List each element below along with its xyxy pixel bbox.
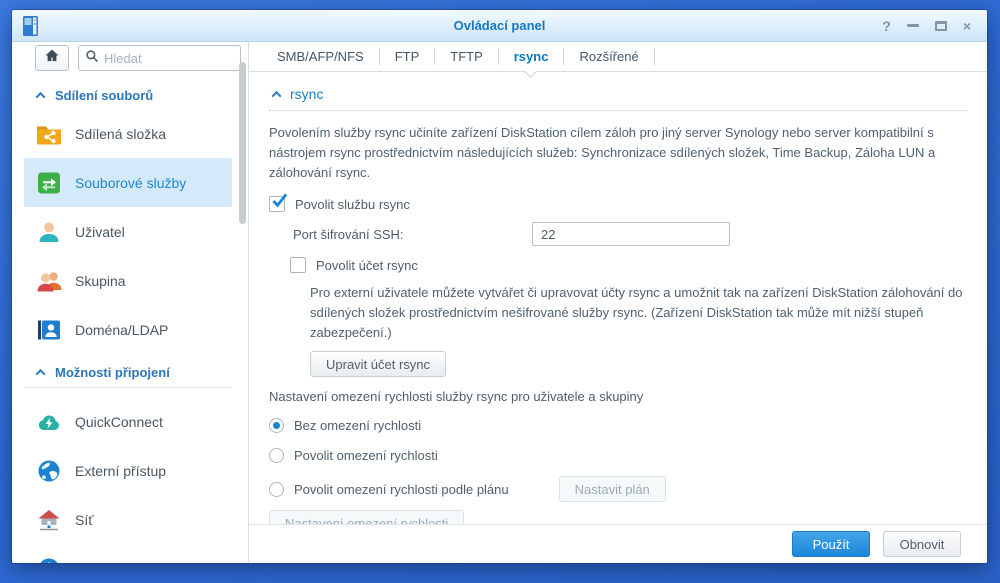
- domain-ldap-icon: [36, 318, 62, 342]
- control-panel-window: Ovládací panel ? ×: [12, 10, 987, 563]
- schedule-speed-limit-radio[interactable]: [269, 482, 284, 497]
- edit-rsync-account-button[interactable]: Upravit účet rsync: [310, 351, 446, 377]
- main-panel: SMB/AFP/NFS FTP TFTP rsync Rozšířené: [249, 42, 987, 563]
- sidebar-item-label: Externí přístup: [75, 463, 166, 479]
- tab-bar: SMB/AFP/NFS FTP TFTP rsync Rozšířené: [249, 42, 987, 72]
- rsync-account-note: Pro externí uživatele můžete vytvářet či…: [310, 283, 965, 343]
- sidebar-item-external-access[interactable]: Externí přístup: [24, 446, 232, 495]
- close-icon[interactable]: ×: [963, 19, 971, 33]
- user-icon: [36, 220, 62, 244]
- sidebar-item-label: Doména/LDAP: [75, 322, 168, 338]
- enable-rsync-account-label: Povolit účet rsync: [316, 258, 418, 273]
- title-bar: Ovládací panel ? ×: [12, 10, 987, 42]
- sidebar-item-label: QuickConnect: [75, 414, 163, 430]
- search-icon: [85, 49, 99, 68]
- apply-button[interactable]: Použít: [792, 531, 870, 557]
- rsync-settings-form: rsync Povolením služby rsync učiníte zař…: [249, 72, 987, 536]
- rsync-description: Povolením služby rsync učiníte zařízení …: [269, 123, 967, 183]
- external-access-icon: [36, 459, 62, 483]
- sidebar-item-label: Skupina: [75, 273, 126, 289]
- sidebar-divider: [24, 387, 232, 388]
- sidebar-item-label: Server DHCP: [75, 561, 160, 564]
- enable-rsync-account-checkbox[interactable]: [290, 257, 306, 273]
- group-icon: [36, 269, 62, 293]
- network-icon: [36, 508, 62, 532]
- tab-ftp[interactable]: FTP: [380, 42, 435, 71]
- enable-speed-limit-label: Povolit omezení rychlosti: [294, 448, 438, 463]
- sidebar-scrollbar[interactable]: [239, 62, 246, 224]
- no-speed-limit-label: Bez omezení rychlosti: [294, 418, 421, 433]
- sidebar-item-dhcp-server[interactable]: Server DHCP: [24, 544, 232, 563]
- sidebar-item-domain-ldap[interactable]: Doména/LDAP: [24, 305, 232, 354]
- reset-button[interactable]: Obnovit: [883, 531, 961, 557]
- app-icon: [23, 16, 38, 41]
- sidebar-section-connectivity[interactable]: Možnosti připojení: [12, 365, 248, 380]
- sidebar-item-quickconnect[interactable]: QuickConnect: [24, 397, 232, 446]
- sidebar-item-shared-folder[interactable]: Sdílená složka: [24, 109, 232, 158]
- sidebar-section-file-sharing[interactable]: Sdílení souborů: [12, 88, 248, 103]
- home-button[interactable]: [35, 45, 69, 71]
- collapse-caret-icon: [36, 92, 46, 102]
- sidebar-item-user[interactable]: Uživatel: [24, 207, 232, 256]
- tab-smb-afp-nfs[interactable]: SMB/AFP/NFS: [262, 42, 379, 71]
- window-title: Ovládací panel: [12, 18, 987, 33]
- shared-folder-icon: [36, 122, 62, 146]
- help-icon[interactable]: ?: [882, 19, 891, 33]
- sidebar-item-label: Sdílená složka: [75, 126, 166, 142]
- search-box[interactable]: [78, 45, 241, 71]
- collapse-caret-icon: [36, 369, 46, 379]
- schedule-speed-limit-label: Povolit omezení rychlosti podle plánu: [294, 482, 509, 497]
- tab-tftp[interactable]: TFTP: [435, 42, 498, 71]
- home-icon: [44, 48, 60, 68]
- sidebar-item-file-services[interactable]: Souborové služby: [24, 158, 232, 207]
- maximize-icon[interactable]: [935, 21, 947, 31]
- section-title: rsync: [290, 86, 323, 102]
- enable-rsync-label: Povolit službu rsync: [295, 197, 410, 212]
- quickconnect-icon: [36, 410, 62, 434]
- sidebar-item-network[interactable]: Síť: [24, 495, 232, 544]
- collapse-caret-icon: [272, 90, 282, 100]
- sidebar: Sdílení souborů Sdílená složka Souborové…: [12, 42, 249, 563]
- dhcp-server-icon: [36, 557, 62, 564]
- footer-action-bar: Použít Obnovit: [249, 524, 987, 563]
- no-speed-limit-radio[interactable]: [269, 418, 284, 433]
- tab-advanced[interactable]: Rozšířené: [564, 42, 653, 71]
- ssh-port-label: Port šifrování SSH:: [293, 227, 532, 242]
- enable-rsync-checkbox[interactable]: [269, 196, 285, 212]
- minimize-icon[interactable]: [907, 24, 919, 27]
- sidebar-item-label: Souborové služby: [75, 175, 186, 191]
- enable-speed-limit-radio[interactable]: [269, 448, 284, 463]
- speed-limit-heading: Nastavení omezení rychlosti služby rsync…: [269, 389, 967, 404]
- tab-separator: [654, 48, 655, 65]
- sidebar-item-group[interactable]: Skupina: [24, 256, 232, 305]
- set-plan-button[interactable]: Nastavit plán: [559, 476, 666, 502]
- tab-rsync[interactable]: rsync: [499, 42, 564, 71]
- sidebar-item-label: Síť: [75, 512, 93, 528]
- search-input[interactable]: [104, 51, 214, 66]
- rsync-section-header[interactable]: rsync: [269, 86, 967, 111]
- file-services-icon: [36, 171, 62, 195]
- ssh-port-input[interactable]: [532, 222, 730, 246]
- sidebar-item-label: Uživatel: [75, 224, 125, 240]
